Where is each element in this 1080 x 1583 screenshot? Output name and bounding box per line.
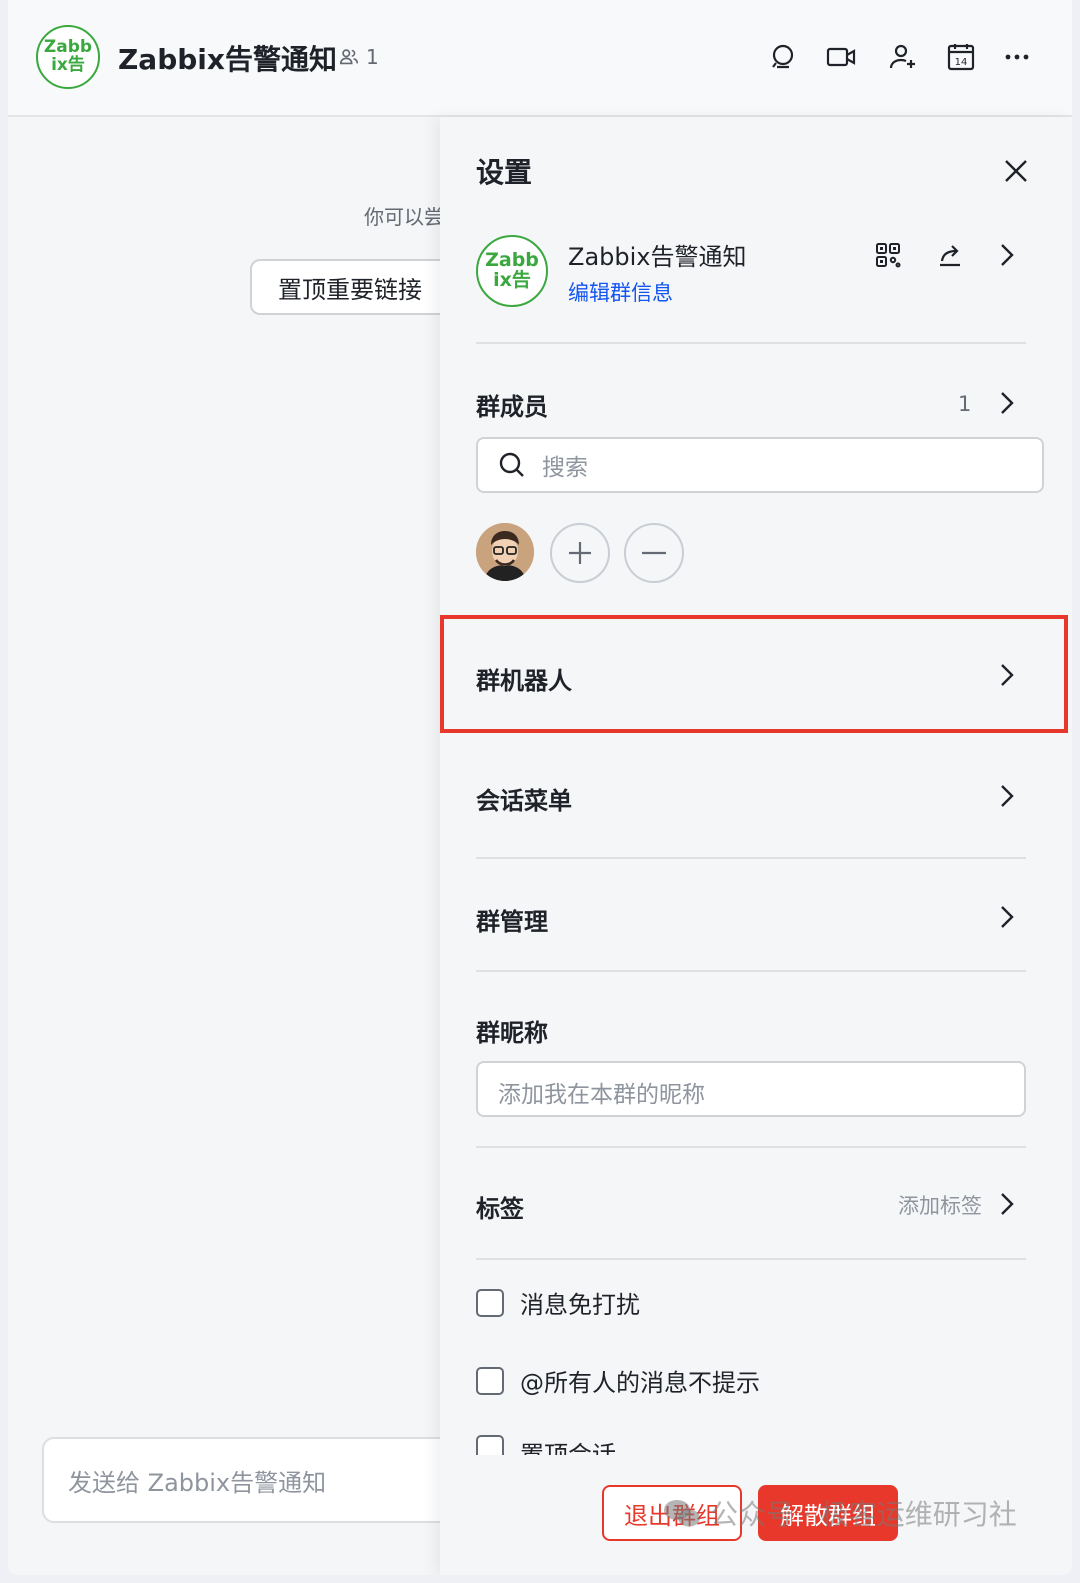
members-chevron-icon[interactable]	[992, 388, 1022, 418]
mute-checkbox[interactable]	[476, 1288, 504, 1317]
chat-area: 你可以尝 置顶重要链接 发送给 Zabbix告警通知	[8, 117, 462, 1575]
member-count-badge[interactable]: 1	[338, 45, 379, 69]
session-menu-item[interactable]: 会话菜单	[476, 781, 572, 816]
member-avatar-image	[476, 523, 534, 581]
pin-chat-checkbox[interactable]	[476, 1435, 504, 1455]
divider	[476, 857, 1026, 859]
at-all-silent-checkbox[interactable]	[476, 1366, 504, 1395]
search-icon	[499, 452, 524, 477]
minus-icon	[642, 551, 666, 555]
calendar-icon[interactable]: 14	[942, 38, 980, 76]
settings-title: 设置	[476, 156, 533, 189]
mute-option[interactable]: 消息免打扰	[476, 1285, 640, 1320]
tags-title: 标签	[476, 1195, 524, 1223]
edit-group-info-link[interactable]: 编辑群信息	[568, 277, 673, 307]
share-icon[interactable]	[932, 237, 968, 273]
member-search-placeholder: 搜索	[542, 455, 588, 481]
divider	[476, 1146, 1026, 1148]
divider	[476, 1258, 1026, 1260]
pin-chat-option[interactable]: 置顶会话	[476, 1435, 616, 1455]
settings-panel: 设置 Zabb ix告 Zabbix告警通知 编辑群信息 群成员 1 搜索 群机…	[440, 117, 1072, 1575]
mute-label: 消息免打扰	[520, 1291, 640, 1319]
highlight-annotation	[440, 615, 1068, 733]
wechat-icon	[664, 1500, 700, 1527]
chat-header: Zabb ix告 Zabbix告警通知 1 14	[8, 0, 1072, 117]
add-member-icon[interactable]	[884, 38, 922, 76]
pin-link-button[interactable]: 置顶重要链接	[250, 259, 450, 315]
add-member-button[interactable]	[550, 523, 610, 583]
members-count: 1	[958, 392, 972, 416]
remove-member-button[interactable]	[624, 523, 684, 583]
nickname-input[interactable]: 添加我在本群的昵称	[476, 1061, 1026, 1117]
watermark: 公众号 · 极客运维研习社	[662, 1493, 1017, 1533]
add-tag-link[interactable]: 添加标签	[898, 1190, 982, 1220]
app-window: Zabb ix告 Zabbix告警通知 1 14 你可以尝 置顶重要链接 发送给…	[8, 0, 1072, 1575]
members-icon	[339, 49, 359, 65]
chat-hint-text: 你可以尝	[364, 205, 444, 229]
calendar-day-text: 14	[955, 57, 968, 68]
video-call-icon[interactable]	[822, 38, 860, 76]
close-icon[interactable]	[996, 151, 1036, 191]
at-all-silent-label: @所有人的消息不提示	[520, 1369, 760, 1397]
at-all-silent-option[interactable]: @所有人的消息不提示	[476, 1363, 760, 1398]
member-search-input[interactable]: 搜索	[476, 437, 1044, 493]
divider	[476, 970, 1026, 972]
session-menu-chevron-icon[interactable]	[992, 781, 1022, 811]
plus-icon	[569, 542, 591, 564]
chat-title: Zabbix告警通知	[118, 43, 337, 76]
group-info-chevron-icon[interactable]	[992, 240, 1022, 270]
group-manage-item[interactable]: 群管理	[476, 902, 548, 937]
tags-chevron-icon[interactable]	[992, 1189, 1022, 1219]
message-input[interactable]: 发送给 Zabbix告警通知	[42, 1437, 462, 1523]
settings-group-avatar[interactable]: Zabb ix告	[476, 235, 548, 307]
group-manage-chevron-icon[interactable]	[992, 902, 1022, 932]
member-count-text: 1	[366, 45, 379, 69]
group-name: Zabbix告警通知	[568, 243, 747, 271]
members-title: 群成员	[476, 393, 548, 421]
divider	[476, 342, 1026, 344]
group-avatar[interactable]: Zabb ix告	[36, 25, 100, 89]
watermark-text: 公众号 · 极客运维研习社	[710, 1498, 1017, 1531]
pin-chat-label: 置顶会话	[520, 1441, 616, 1455]
search-icon[interactable]	[764, 38, 802, 76]
nickname-title: 群昵称	[476, 1019, 548, 1047]
member-avatar[interactable]	[476, 523, 534, 581]
qr-code-icon[interactable]	[870, 237, 906, 273]
more-icon[interactable]	[998, 38, 1036, 76]
